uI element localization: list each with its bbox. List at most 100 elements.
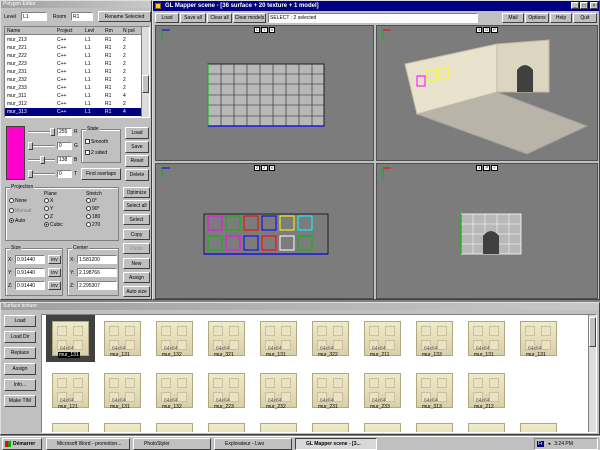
slider-thumb[interactable] (28, 142, 33, 150)
color-value-r[interactable]: 255 (57, 128, 72, 136)
scene-load-button[interactable]: Load (155, 13, 179, 23)
plane-cubic-radio[interactable]: Cubic (44, 222, 63, 228)
taskbar-item-word[interactable]: Microsoft Word - promotion... (46, 438, 130, 450)
texture-thumbnail[interactable] (416, 423, 453, 432)
texture-scroll-thumb[interactable] (589, 317, 596, 347)
texture-thumbnail[interactable] (208, 423, 245, 432)
table-row[interactable]: mur_313 C++ L1 R1 4 (5, 108, 141, 116)
center-x-field[interactable]: 1.581200 (77, 255, 117, 264)
room-field[interactable]: R1 (71, 12, 93, 21)
texture-thumbnail[interactable] (520, 423, 557, 432)
texture-thumbnail[interactable] (52, 423, 89, 432)
texture-thumbnail[interactable] (364, 423, 401, 432)
level-field[interactable]: L1 (21, 12, 47, 21)
table-row[interactable]: mur_221 C++ L1 R1 2 (5, 44, 141, 52)
minimize-button[interactable]: _ (571, 2, 579, 9)
center-z-field[interactable]: 2.295307 (77, 281, 117, 290)
col-level[interactable]: Levl (85, 28, 94, 34)
scene-clear-all-button[interactable]: Clear all (207, 13, 232, 23)
stretch-270-radio[interactable]: 270 (86, 222, 100, 228)
table-row[interactable]: mur_233 C++ L1 R1 2 (5, 84, 141, 92)
color-value-g[interactable]: 0 (57, 142, 72, 150)
proj-auto-radio-icon[interactable] (9, 218, 14, 224)
tex-make-tim-button[interactable]: Make TIM (4, 395, 36, 407)
texture-grid[interactable]: 64x64 mur_131 64x64 mur_131 64x64 mur_132 64x6… (41, 314, 597, 433)
size-z-field[interactable]: 0.91440 (15, 281, 45, 290)
menu-mail[interactable]: Mail (502, 13, 524, 23)
clock[interactable]: 3:24 PM (554, 441, 573, 447)
size-y-field[interactable]: 0.91440 (15, 268, 45, 277)
maximize-button[interactable]: □ (580, 2, 588, 9)
load-button[interactable]: Load (125, 127, 149, 139)
col-room[interactable]: Rm (105, 28, 113, 34)
paste-button[interactable]: Paste (123, 243, 150, 254)
polygon-list[interactable]: Name Project Levl Rm N pol mur_213 C++ L1 R… (4, 26, 150, 118)
texture-thumbnail[interactable] (260, 423, 297, 432)
texture-thumbnail[interactable] (156, 423, 193, 432)
proj-auto-radio[interactable]: Auto (9, 218, 25, 224)
save-button[interactable]: Save (125, 141, 149, 153)
new-button[interactable]: New (123, 258, 150, 269)
plane-z-radio[interactable]: Z (44, 214, 53, 220)
proj-none-radio[interactable]: None (9, 198, 27, 204)
stretch-270-icon[interactable] (86, 222, 91, 228)
color-value-t[interactable]: 0 (57, 170, 72, 178)
auto-size-button[interactable]: Auto size (123, 286, 150, 297)
slider-thumb[interactable] (39, 156, 45, 164)
plane-x-icon[interactable] (44, 198, 49, 204)
size-x-field[interactable]: 0.91440 (15, 255, 45, 264)
polygon-list-scrollbar[interactable] (141, 27, 149, 117)
col-project[interactable]: Project (57, 28, 73, 34)
plane-y-icon[interactable] (44, 206, 49, 212)
find-overlaps-button[interactable]: Find overlaps (81, 168, 121, 180)
table-row[interactable]: mur_311 C++ L1 R1 4 (5, 92, 141, 100)
select-all-button[interactable]: Select all (123, 200, 150, 211)
color-slider-r[interactable] (28, 128, 55, 136)
reset-button[interactable]: Reset (125, 155, 149, 167)
two-sided-checkbox[interactable]: 2 sided (85, 150, 107, 156)
texture-scrollbar[interactable] (588, 315, 596, 432)
color-swatch[interactable] (6, 126, 25, 180)
table-row[interactable]: mur_213 C++ L1 R1 2 (5, 36, 141, 44)
plane-x-radio[interactable]: X (44, 198, 53, 204)
lang-indicator[interactable]: Fr (537, 441, 544, 447)
table-row[interactable]: mur_312 C++ L1 R1 2 (5, 100, 141, 108)
smooth-checkbox[interactable]: Smooth (85, 139, 108, 145)
plane-z-icon[interactable] (44, 214, 49, 220)
slider-thumb[interactable] (28, 170, 33, 178)
color-slider-g[interactable] (28, 142, 55, 150)
texture-thumbnail[interactable] (104, 423, 141, 432)
proj-none-radio-icon[interactable] (9, 198, 14, 204)
taskbar-item-photostyler[interactable]: PhotoStyler (133, 438, 211, 450)
tex-assign-button[interactable]: Assign (4, 363, 36, 375)
assign-button[interactable]: Assign (123, 272, 150, 283)
menu-help[interactable]: Help (550, 13, 572, 23)
speaker-icon[interactable]: ◂ (548, 441, 551, 447)
color-slider-t[interactable] (28, 170, 55, 178)
texture-thumbnail[interactable] (312, 423, 349, 432)
stretch-180-radio[interactable]: 180 (86, 214, 100, 220)
two-sided-check-icon[interactable] (85, 150, 90, 156)
taskbar-item-explorer[interactable]: Explorateur - Lwo (214, 438, 292, 450)
col-npol[interactable]: N pol (123, 28, 135, 34)
size-z-inv-button[interactable]: inv (48, 281, 61, 290)
scene-clear-models-button[interactable]: Clear models (233, 13, 266, 23)
plane-cubic-icon[interactable] (44, 222, 49, 228)
color-slider-b[interactable] (28, 156, 55, 164)
menu-quit[interactable]: Quit (573, 13, 597, 23)
table-row[interactable]: mur_223 C++ L1 R1 2 (5, 60, 141, 68)
table-row[interactable]: mur_231 C++ L1 R1 2 (5, 68, 141, 76)
size-x-inv-button[interactable]: inv (48, 255, 61, 264)
plane-y-radio[interactable]: Y (44, 206, 53, 212)
smooth-check-icon[interactable] (85, 139, 90, 145)
stretch-180-icon[interactable] (86, 214, 91, 220)
col-name[interactable]: Name (7, 28, 20, 34)
viewport-3[interactable]: 3 D P (376, 25, 598, 161)
select-button[interactable]: Select (123, 214, 150, 225)
tex-load-dir-button[interactable]: Load Dir (4, 331, 36, 343)
tex-info-button[interactable]: Info... (4, 379, 36, 391)
stretch-90-radio[interactable]: 90° (86, 206, 100, 212)
proj-manual-radio-icon[interactable] (9, 208, 14, 214)
scene-save-all-button[interactable]: Save all (180, 13, 206, 23)
tex-replace-button[interactable]: Replace (4, 347, 36, 359)
